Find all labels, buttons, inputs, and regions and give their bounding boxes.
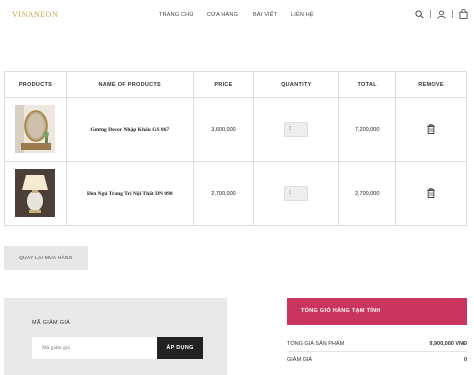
product-name[interactable]: Đèn Ngủ Trang Trí Nội Thất DN 098 [65, 161, 194, 226]
col-header-total: TOTAL [338, 71, 397, 98]
coupon-label: MÃ GIẢM GIÁ [32, 320, 71, 326]
nav-item-home[interactable]: TRANG CHỦ [159, 12, 194, 18]
quantity-input[interactable]: 2 [284, 122, 309, 137]
trash-icon[interactable] [427, 123, 435, 136]
cart-icon[interactable] [459, 9, 468, 19]
divider [452, 10, 453, 18]
cart-totals-heading: TỔNG GIỎ HÀNG TẠM TÍNH [287, 298, 467, 325]
col-header-remove: REMOVE [395, 71, 467, 98]
product-total: 7,200,000 [338, 97, 397, 162]
product-total: 2,700,000 [338, 161, 397, 226]
nav-item-contact[interactable]: LIÊN HỆ [291, 12, 314, 18]
product-name[interactable]: Gương Decor Nhập Khẩu GS 067 [65, 97, 194, 162]
trash-icon[interactable] [427, 187, 435, 200]
divider [430, 10, 431, 18]
nav-item-shop[interactable]: CỬA HÀNG [207, 12, 238, 18]
quantity-input[interactable]: 1 [284, 186, 309, 201]
main-nav: TRANG CHỦ CỬA HÀNG BÀI VIẾT LIÊN HỆ [0, 12, 474, 20]
table-row: Đèn Ngủ Trang Trí Nội Thất DN 098 2,700,… [4, 161, 467, 226]
discount-value: 0 [463, 357, 467, 363]
search-icon[interactable] [415, 9, 424, 19]
apply-coupon-button[interactable]: ÁP DỤNG [157, 337, 203, 359]
discount-row: GIẢM GIÁ 0 [287, 354, 467, 368]
coupon-input[interactable]: Mã giảm giá [32, 337, 157, 359]
cart-table: PRODUCTS NAME OF PRODUCTS PRICE QUANTITY… [4, 71, 467, 226]
subtotal-label: TỔNG GIÁ SẢN PHẨM [287, 341, 345, 347]
product-image-mirror[interactable] [15, 104, 56, 153]
product-price: 2,700,000 [192, 161, 255, 226]
col-header-name: NAME OF PRODUCTS [65, 71, 194, 98]
discount-label: GIẢM GIÁ [287, 357, 313, 363]
coupon-panel: MÃ GIẢM GIÁ Mã giảm giá ÁP DỤNG [4, 298, 227, 375]
header-icons [415, 9, 468, 19]
table-row: Gương Decor Nhập Khẩu GS 067 3,600,000 2… [4, 97, 467, 162]
nav-item-blog[interactable]: BÀI VIẾT [253, 12, 277, 18]
subtotal-row: TỔNG GIÁ SẢN PHẨM 9,900,000 VNĐ [287, 338, 467, 352]
product-price: 3,600,000 [192, 97, 255, 162]
product-image-lamp[interactable] [15, 168, 56, 217]
continue-shopping-button[interactable]: QUAY LẠI MUA HÀNG [4, 246, 88, 270]
table-header-row: PRODUCTS NAME OF PRODUCTS PRICE QUANTITY… [4, 71, 467, 98]
col-header-products: PRODUCTS [4, 71, 67, 98]
col-header-price: PRICE [192, 71, 255, 98]
site-header: VINANEON TRANG CHỦ CỬA HÀNG BÀI VIẾT LIÊ… [0, 0, 474, 32]
user-icon[interactable] [437, 10, 446, 19]
col-header-quantity: QUANTITY [253, 71, 340, 98]
subtotal-value: 9,900,000 VNĐ [429, 341, 467, 347]
